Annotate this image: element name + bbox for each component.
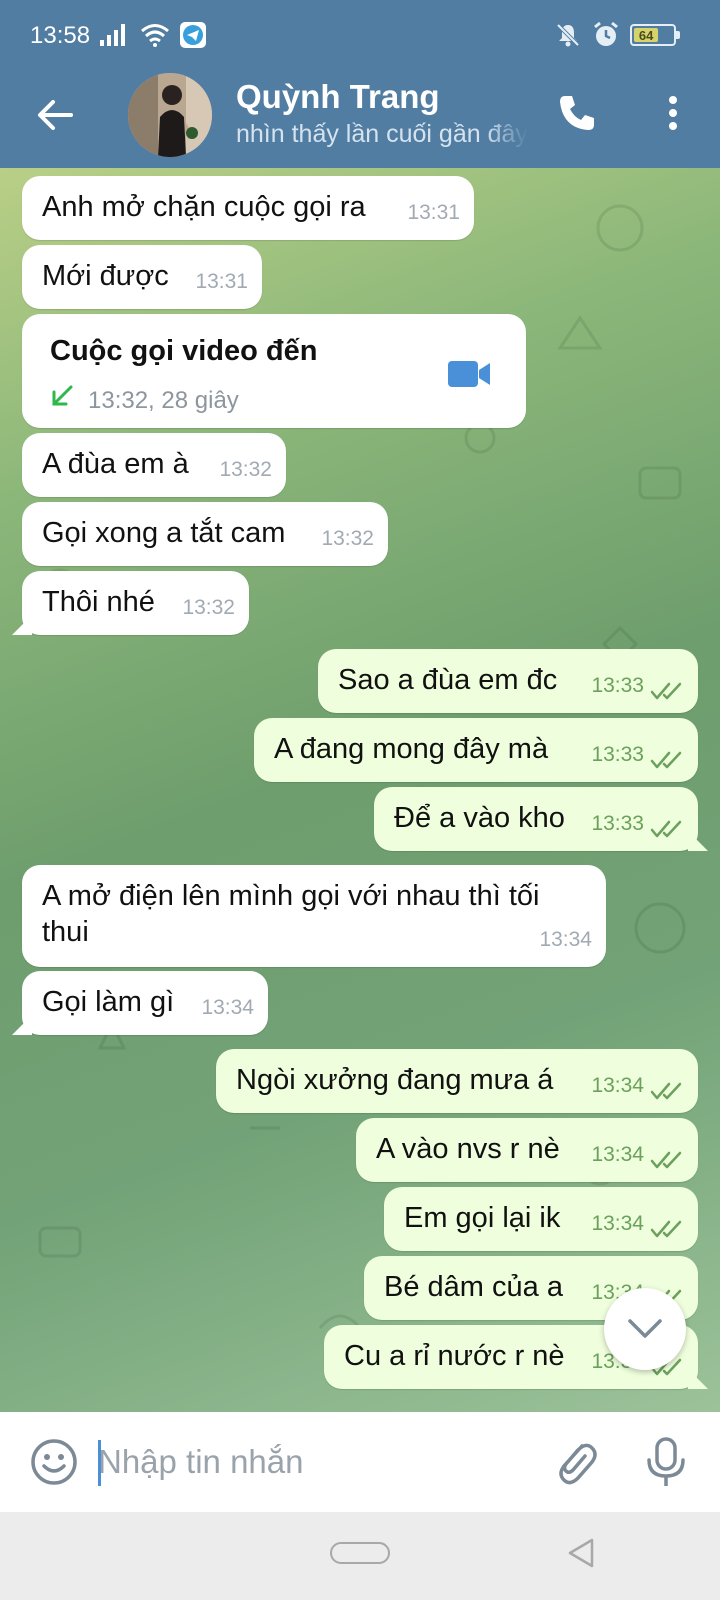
contact-name[interactable]: Quỳnh Trang (236, 78, 440, 116)
system-nav-bar (0, 1512, 720, 1600)
attach-icon[interactable] (552, 1436, 600, 1488)
message-time: 13:33 (591, 674, 644, 697)
message-text: Bé dâm của a (384, 1271, 563, 1303)
message-outgoing[interactable]: A đang mong đây mà 13:33 (254, 718, 698, 782)
message-text-line2: thui (42, 916, 89, 948)
message-text: Mới được (42, 260, 169, 292)
message-text: Để a vào kho (394, 802, 565, 834)
message-composer (0, 1412, 720, 1512)
read-ticks-icon (650, 1082, 682, 1100)
message-time: 13:34 (591, 1143, 644, 1166)
message-text: A đùa em à (42, 448, 189, 480)
telegram-icon (180, 22, 206, 48)
message-incoming[interactable]: Gọi xong a tắt cam 13:32 (22, 502, 388, 566)
battery-icon: 64 (630, 24, 680, 46)
message-time: 13:34 (591, 1212, 644, 1235)
message-time: 13:34 (201, 996, 254, 1019)
call-button[interactable] (552, 88, 602, 138)
silent-icon (556, 23, 580, 47)
contact-status: nhìn thấy lần cuối gần đây (236, 120, 528, 148)
message-text: Gọi xong a tắt cam (42, 517, 286, 549)
message-incoming[interactable]: Anh mở chặn cuộc gọi ra 13:31 (22, 176, 474, 240)
message-text: Sao a đùa em đc (338, 664, 558, 696)
chat-messages[interactable]: Anh mở chặn cuộc gọi ra 13:31 Mới được 1… (0, 168, 720, 1412)
message-time: 13:34 (539, 928, 592, 951)
contact-avatar[interactable] (128, 73, 212, 157)
message-incoming[interactable]: A đùa em à 13:32 (22, 433, 286, 497)
call-meta: 13:32, 28 giây (88, 387, 239, 414)
chat-header: Quỳnh Trang nhìn thấy lần cuối gần đây (0, 70, 720, 168)
message-incoming[interactable]: Mới được 13:31 (22, 245, 262, 309)
read-ticks-icon (650, 682, 682, 700)
message-text: Ngòi xưởng đang mưa á (236, 1064, 554, 1096)
battery-level: 64 (638, 27, 654, 43)
back-arrow-icon (38, 100, 73, 130)
chevron-down-icon (628, 1319, 662, 1338)
message-outgoing[interactable]: Sao a đùa em đc 13:33 (318, 649, 698, 713)
message-outgoing[interactable]: A vào nvs r nè 13:34 (356, 1118, 698, 1182)
nav-back-icon[interactable] (566, 1537, 596, 1569)
more-button[interactable] (648, 88, 698, 138)
phone-icon (560, 96, 594, 130)
message-time: 13:34 (591, 1074, 644, 1097)
message-time: 13:32 (321, 527, 374, 550)
message-time: 13:33 (591, 812, 644, 835)
message-outgoing[interactable]: Để a vào kho 13:33 (374, 787, 698, 851)
read-ticks-icon (650, 751, 682, 769)
video-call-icon[interactable] (448, 358, 492, 390)
more-vertical-icon (669, 96, 677, 130)
emoji-icon[interactable] (30, 1438, 78, 1486)
message-incoming[interactable]: A mở điện lên mình gọi với nhau thì tối … (22, 865, 606, 967)
incoming-call-arrow-icon (52, 385, 73, 406)
message-text: Anh mở chặn cuộc gọi ra (42, 191, 366, 223)
message-incoming[interactable]: Gọi làm gì 13:34 (22, 971, 268, 1035)
message-text: A vào nvs r nè (376, 1133, 560, 1165)
read-ticks-icon (650, 1151, 682, 1169)
message-text: A mở điện lên mình gọi với nhau thì tối (42, 880, 540, 912)
message-time: 13:33 (591, 743, 644, 766)
message-text: A đang mong đây mà (274, 733, 549, 765)
mic-icon[interactable] (644, 1436, 688, 1488)
message-text: Gọi làm gì (42, 986, 175, 1018)
message-text: Em gọi lại ik (404, 1202, 561, 1234)
alarm-icon (594, 21, 618, 46)
read-ticks-icon (650, 1220, 682, 1238)
message-time: 13:32 (219, 458, 272, 481)
message-time: 13:31 (407, 201, 460, 224)
battery-fill: 64 (634, 27, 659, 43)
message-outgoing[interactable]: Em gọi lại ik 13:34 (384, 1187, 698, 1251)
avatar-photo (128, 73, 212, 157)
message-outgoing[interactable]: Ngòi xưởng đang mưa á 13:34 (216, 1049, 698, 1113)
status-bar: 13:58 64 (0, 0, 720, 70)
text-cursor (98, 1440, 101, 1486)
message-time: 13:31 (195, 270, 248, 293)
call-title: Cuộc gọi video đến (50, 335, 318, 367)
home-button[interactable] (330, 1542, 390, 1564)
message-time: 13:32 (182, 596, 235, 619)
message-text: Thôi nhé (42, 586, 155, 618)
message-input[interactable] (98, 1434, 518, 1490)
read-ticks-icon (650, 820, 682, 838)
wifi-icon (141, 24, 169, 47)
scroll-down-button[interactable] (604, 1288, 686, 1370)
message-text: Cu a rỉ nước r nè (344, 1340, 565, 1372)
message-incoming[interactable]: Thôi nhé 13:32 (22, 571, 249, 635)
status-time: 13:58 (30, 22, 91, 49)
video-call-message[interactable]: Cuộc gọi video đến 13:32, 28 giây (22, 314, 526, 428)
signal-icon (100, 24, 125, 46)
back-button[interactable] (30, 90, 80, 140)
